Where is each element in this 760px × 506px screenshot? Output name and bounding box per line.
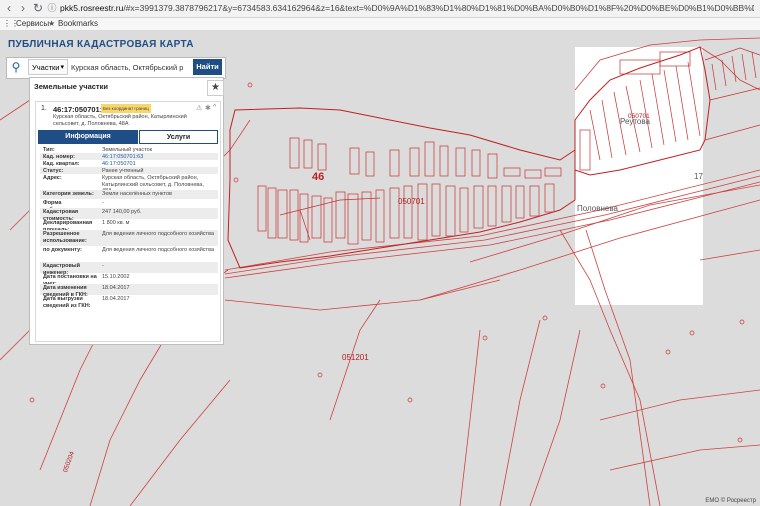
info-key: Адрес: [43, 175, 62, 181]
back-icon[interactable]: ‹ [2, 1, 16, 15]
bookmark-bookmarks[interactable]: Bookmarks [58, 18, 98, 30]
panel-title: Земельные участки [34, 82, 108, 91]
info-key: Категория земель: [43, 191, 94, 197]
tab-services[interactable]: Услуги [139, 130, 218, 144]
pin-icon[interactable]: ✱ [205, 104, 211, 112]
reload-icon[interactable]: ↻ [31, 1, 45, 15]
url-domain: pkk5.rosreestr.ru [60, 3, 124, 13]
search-type-select[interactable]: Участки ▾ [28, 59, 68, 75]
search-input[interactable]: Курская область, Октябрьский р [71, 60, 183, 75]
info-value: Для ведения личного подсобного хозяйства [102, 247, 214, 253]
info-value: 15.10.2002 [102, 274, 130, 280]
info-key: Разрешенное использование: [43, 231, 87, 244]
info-value: 1 800 кв. м [102, 220, 130, 226]
info-row: по документу: Для ведения личного подсобн… [40, 246, 218, 262]
find-button[interactable]: Найти [193, 59, 222, 75]
parcel-address: Курская область, Октябрьский район, Каты… [53, 114, 187, 127]
info-row: Форма собственности:- [40, 199, 218, 213]
info-key: Дата выгрузки сведений из ГКН: [43, 296, 91, 309]
info-value: 247 140,00 руб. [102, 209, 142, 215]
info-row: Дата изменения сведений в ГКН: 18.04.2017 [40, 284, 218, 298]
bookmark-services[interactable]: Сервисы [16, 18, 49, 30]
map-attribution: EMO © Росреестр [705, 498, 756, 504]
url-path: /#x=3991379.3878796217&y=6734583.6341629… [123, 3, 754, 13]
info-row: Тип: Земельный участок [40, 146, 218, 153]
quarter-46-label: 46 [312, 171, 325, 183]
info-row: Кад. квартал: 46:17:050701 [40, 160, 218, 167]
forward-icon[interactable]: › [16, 1, 30, 15]
favorite-star-icon[interactable]: ★ [207, 80, 224, 96]
status-badge: Без координат границ [101, 104, 151, 113]
bookmarks-bar: ⋮⋮ Сервисы ★ Bookmarks [0, 18, 760, 31]
info-row: Категория земель: Земли населённых пункто… [40, 190, 218, 199]
url-field[interactable]: pkk5.rosreestr.ru/#x=3991379.3878796217&… [60, 2, 754, 15]
tab-info[interactable]: Информация [38, 130, 138, 144]
info-row: Дата выгрузки сведений из ГКН: 18.04.2017 [40, 295, 218, 309]
result-index: 1. [41, 105, 47, 112]
site-title: ПУБЛИЧНАЯ КАДАСТРОВАЯ КАРТА [8, 39, 194, 50]
info-row: Адрес: Курская область, Октябрьский район… [40, 174, 218, 194]
address-bar: ‹ › ↻ ⓘ pkk5.rosreestr.ru/#x=3991379.387… [0, 0, 760, 18]
highlight-quarter [575, 47, 703, 305]
info-row: Разрешенное использование: Для ведения ли… [40, 230, 218, 246]
star-bookmark-icon: ★ [48, 19, 56, 28]
info-value: 18.04.2017 [102, 285, 130, 291]
info-icon[interactable]: ⓘ [45, 1, 59, 15]
village-polovneva-label: Половнева [577, 204, 618, 213]
search-type-label: Участки [32, 63, 60, 72]
info-row: Дата постановки на учет:15.10.2002 [40, 273, 218, 287]
info-row: Кадастровая стоимость: 247 140,00 руб. [40, 208, 218, 222]
info-value: - [102, 263, 104, 269]
info-value: Земли населённых пунктов [102, 191, 172, 197]
warning-icon: ⚠ [196, 105, 203, 112]
search-icon[interactable]: ⚲ [7, 58, 25, 76]
collapse-icon[interactable]: ^ [213, 104, 216, 111]
info-value: - [102, 200, 104, 206]
info-row: Декларированная площадь:1 800 кв. м [40, 219, 218, 233]
road-17-label: 17 [694, 172, 703, 181]
block-051201-label: 051201 [342, 353, 369, 362]
info-key: по документу: [43, 247, 82, 253]
info-value: 18.04.2017 [102, 296, 130, 302]
info-row: Кадастровый инженер: - [40, 262, 218, 276]
block-050701-label: 050701 [398, 197, 425, 206]
info-row: Кад. номер: 46:17:050701:63 [40, 153, 218, 160]
reutova-code-label: 050701 [628, 113, 650, 120]
chevron-down-icon: ▾ [60, 64, 64, 71]
info-row: Статус: Ранее учтенный [40, 167, 218, 174]
info-value: Для ведения личного подсобного хозяйства [102, 231, 214, 237]
